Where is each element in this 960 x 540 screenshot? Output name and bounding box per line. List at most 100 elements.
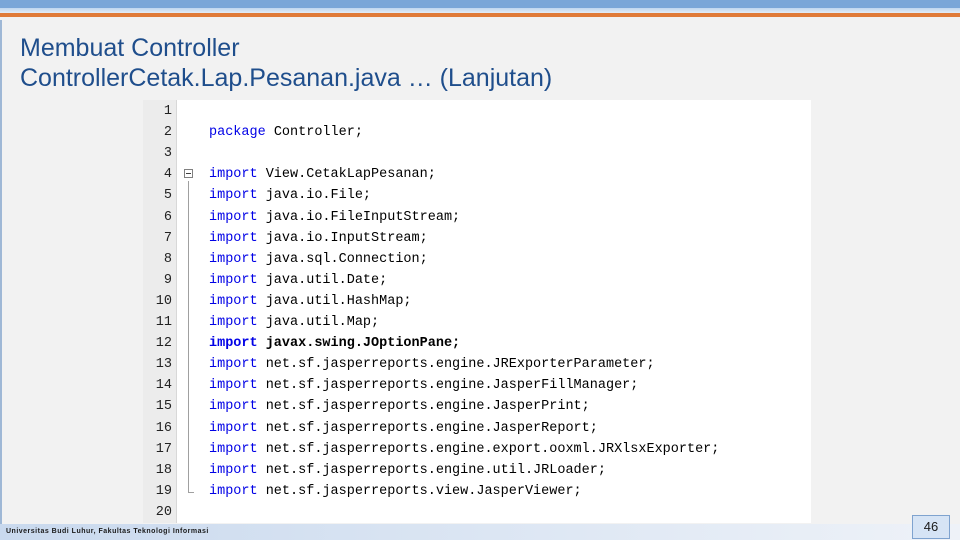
code-line: 1 [143,101,811,122]
fold-collapse-icon[interactable] [184,169,193,179]
code-text: import java.util.Map; [209,312,379,333]
code-statement: java.util.Date; [257,272,388,288]
code-keyword: package [209,125,266,141]
code-keyword: import [209,441,258,457]
code-keyword: import [209,272,258,288]
code-statement: net.sf.jasperreports.view.JasperViewer; [257,483,582,499]
code-line: 4 import View.CetakLapPesanan; [143,164,811,185]
line-number: 3 [163,146,172,162]
code-statement: Controller; [265,125,363,141]
code-keyword: import [209,230,258,246]
line-number: 10 [155,293,172,309]
slide-title-line-1: Membuat Controller [20,34,240,62]
code-line: 8 import java.sql.Connection; [143,249,811,270]
code-keyword: import [209,336,258,352]
code-statement: java.io.InputStream; [257,230,428,246]
code-text: import net.sf.jasperreports.engine.JRExp… [209,354,655,375]
code-keyword: import [209,420,258,436]
code-line: 9 import java.util.Date; [143,270,811,291]
line-number: 8 [163,251,172,267]
line-number: 9 [163,272,172,288]
code-statement: net.sf.jasperreports.engine.JRExporterPa… [257,357,655,373]
code-text: import java.io.File; [209,185,371,206]
code-text: import net.sf.jasperreports.engine.Jaspe… [209,418,598,439]
code-line: 16 import net.sf.jasperreports.engine.Jas… [143,418,811,439]
line-number: 4 [163,167,172,183]
code-line: 6 import java.io.FileInputStream; [143,207,811,228]
line-number: 11 [155,315,172,330]
line-number: 5 [163,188,172,204]
top-decoration-band [0,0,960,20]
line-number: 15 [155,399,172,415]
code-statement: View.CetakLapPesanan; [257,167,436,183]
line-number: 17 [155,441,172,457]
code-text: import net.sf.jasperreports.engine.Jaspe… [209,375,638,396]
slide-title-line-2: ControllerCetak.Lap.Pesanan.java … (Lanj… [20,64,553,92]
code-text: import java.io.FileInputStream; [209,207,460,228]
code-line: 3 [143,143,811,164]
line-number: 2 [163,125,172,141]
code-line: 7 import java.io.InputStream; [143,228,811,249]
code-text: import net.sf.jasperreports.engine.Jaspe… [209,396,590,417]
code-line: 13 import net.sf.jasperreports.engine.JRE… [143,354,811,375]
code-text: import java.sql.Connection; [209,249,428,270]
code-keyword: import [209,209,258,225]
slide-title: Membuat Controller ControllerCetak.Lap.P… [20,33,552,93]
line-number: 20 [155,504,172,520]
code-keyword: import [209,315,258,330]
code-keyword: import [209,167,258,183]
code-text: import java.util.HashMap; [209,291,412,312]
code-line: 18 import net.sf.jasperreports.engine.uti… [143,460,811,481]
code-statement: net.sf.jasperreports.engine.export.ooxml… [257,441,720,457]
code-keyword: import [209,357,258,373]
code-text: import net.sf.jasperreports.engine.expor… [209,439,719,460]
code-statement: net.sf.jasperreports.engine.util.JRLoade… [257,462,606,478]
code-line: 15 import net.sf.jasperreports.engine.Jas… [143,396,811,417]
code-keyword: import [209,188,258,204]
code-statement: net.sf.jasperreports.engine.JasperPrint; [257,399,590,415]
page-number: 46 [912,515,950,539]
line-number: 1 [163,104,172,119]
code-line: 19 import net.sf.jasperreports.view.Jaspe… [143,481,811,502]
code-statement: net.sf.jasperreports.engine.JasperFillMa… [257,378,639,394]
code-line: 14 import net.sf.jasperreports.engine.Jas… [143,375,811,396]
code-line: 10 import java.util.HashMap; [143,291,811,312]
code-line: 12 import javax.swing.JOptionPane; [143,333,811,354]
code-text: import net.sf.jasperreports.view.JasperV… [209,481,582,502]
code-keyword: import [209,462,258,478]
line-number: 12 [155,336,172,352]
top-blue-stripe [0,0,960,8]
footer-institution: Universitas Budi Luhur, Fakultas Teknolo… [6,528,209,535]
code-line: 20 [143,502,811,523]
code-statement: java.sql.Connection; [257,251,428,267]
code-keyword: import [209,251,258,267]
line-number: 16 [155,420,172,436]
top-orange-stripe [0,13,960,17]
code-keyword: import [209,293,258,309]
line-number: 14 [155,378,172,394]
code-statement: java.io.File; [257,188,372,204]
line-number: 13 [155,357,172,373]
code-line: 2 package Controller; [143,122,811,143]
code-statement: java.util.Map; [257,315,380,330]
code-statement: net.sf.jasperreports.engine.JasperReport… [257,420,598,436]
line-number: 19 [155,483,172,499]
code-statement: java.util.HashMap; [257,293,412,309]
code-keyword: import [209,378,258,394]
code-text: package Controller; [209,122,363,143]
code-text: import java.io.InputStream; [209,228,428,249]
code-statement: javax.swing.JOptionPane; [257,336,461,352]
code-line: 5 import java.io.File; [143,185,811,206]
code-keyword: import [209,483,258,499]
code-text: import javax.swing.JOptionPane; [209,333,460,354]
code-statement: java.io.FileInputStream; [257,209,461,225]
code-text: import View.CetakLapPesanan; [209,164,436,185]
code-text: import net.sf.jasperreports.engine.util.… [209,460,606,481]
code-line: 11 import java.util.Map; [143,312,811,333]
left-edge-rule [0,20,2,525]
code-keyword: import [209,399,258,415]
code-editor-screenshot: 1 2 package Controller; 3 4 import View.Cetak… [143,100,811,523]
line-number: 6 [163,209,172,225]
line-number: 18 [155,462,172,478]
line-number: 7 [163,230,172,246]
